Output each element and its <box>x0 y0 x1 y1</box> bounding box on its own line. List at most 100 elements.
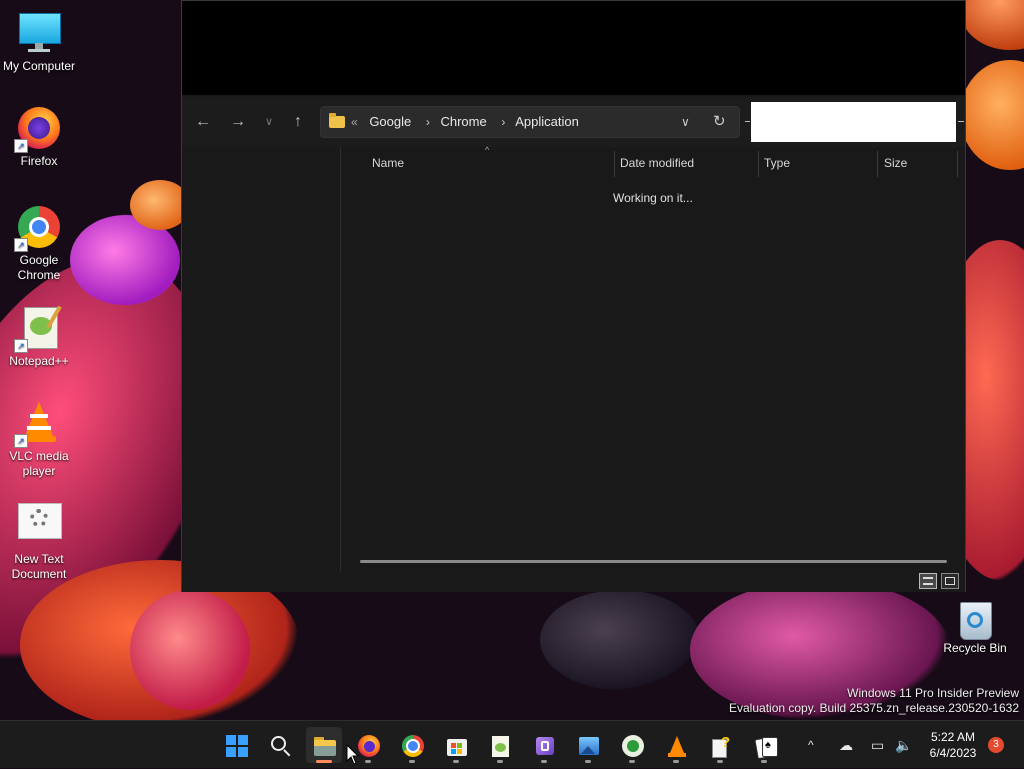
notification-badge[interactable]: 3 <box>988 737 1004 753</box>
taskbar-chrome[interactable] <box>394 727 430 763</box>
column-headers: Name ^ Date modified Type Size <box>342 145 959 179</box>
desktop-icon-notepadpp[interactable]: ↗ Notepad++ <box>0 305 78 369</box>
volume-icon: 🔈 <box>895 737 913 753</box>
cloud-sync-status[interactable]: ☁ <box>839 721 853 769</box>
address-bar[interactable]: « Google › Chrome › Application ∨ ↻ <box>320 106 740 138</box>
column-divider[interactable] <box>614 151 615 177</box>
running-indicator <box>541 760 547 763</box>
chevron-up-icon: ^ <box>808 738 814 752</box>
recycle-bin-icon <box>958 598 992 640</box>
taskbar-microsoft-store[interactable] <box>438 727 474 763</box>
active-indicator <box>316 760 332 763</box>
taskbar-help[interactable]: ? <box>702 727 738 763</box>
divider <box>745 121 750 122</box>
forward-button[interactable]: → <box>225 109 251 135</box>
desktop-icon-label: Notepad++ <box>9 354 69 368</box>
show-hidden-icons-button[interactable]: ^ <box>808 721 814 769</box>
running-indicator <box>409 760 415 763</box>
help-icon: ? <box>710 735 732 758</box>
taskbar-xbox[interactable] <box>614 727 650 763</box>
desktop-icon-vlc[interactable]: ↗ VLC media player <box>0 400 78 479</box>
search-icon <box>270 735 292 757</box>
details-view-icon <box>923 577 933 585</box>
file-explorer-window[interactable]: ← → ∨ ↑ « Google › Chrome › Application … <box>181 0 966 592</box>
taskbar-clock[interactable]: 5:22 AM 6/4/2023 <box>922 729 984 761</box>
taskbar-file-explorer[interactable] <box>306 727 342 763</box>
mouse-cursor-icon <box>346 744 360 765</box>
breadcrumb-item-application[interactable]: Application <box>515 114 579 129</box>
column-divider[interactable] <box>957 151 958 177</box>
desktop-icon-my-computer[interactable]: My Computer <box>0 10 78 74</box>
vlc-icon: ↗ <box>14 400 62 448</box>
breadcrumb-item-google[interactable]: Google <box>369 114 411 129</box>
column-header-type[interactable]: Type <box>764 147 790 179</box>
back-arrow-icon: ← <box>195 113 211 130</box>
store-icon <box>446 735 468 757</box>
refresh-button[interactable]: ↻ <box>713 107 726 137</box>
address-history-button[interactable]: ∨ <box>681 107 690 137</box>
monitor-icon <box>16 10 62 56</box>
breadcrumb-overflow-button[interactable]: « <box>351 115 358 129</box>
running-indicator <box>761 760 767 763</box>
shortcut-arrow-icon: ↗ <box>14 339 28 353</box>
notepadpp-icon <box>490 735 512 757</box>
volume-control[interactable]: 🔈 <box>895 721 912 769</box>
desktop-icon-new-text-document[interactable]: New Text Document <box>0 503 78 582</box>
photos-icon <box>578 735 600 757</box>
breadcrumb-separator-icon[interactable]: › <box>501 115 505 129</box>
status-bar <box>182 572 965 592</box>
desktop-icon-label: My Computer <box>2 59 76 73</box>
breadcrumb-item-chrome[interactable]: Chrome <box>440 114 486 129</box>
cloud-offline-icon: ☁ <box>839 737 853 753</box>
running-indicator <box>585 760 591 763</box>
navigation-bar: ← → ∨ ↑ « Google › Chrome › Application … <box>182 97 965 147</box>
running-indicator <box>629 760 635 763</box>
column-header-date-modified[interactable]: Date modified <box>620 147 694 179</box>
breadcrumb-separator-icon[interactable]: › <box>426 115 430 129</box>
up-button[interactable]: ↑ <box>285 109 311 135</box>
divider <box>958 121 964 122</box>
column-divider[interactable] <box>758 151 759 177</box>
sort-ascending-icon: ^ <box>485 145 490 155</box>
details-view-button[interactable] <box>919 573 937 589</box>
taskbar-notepadpp[interactable] <box>482 727 518 763</box>
start-button[interactable] <box>218 727 254 763</box>
column-header-size[interactable]: Size <box>884 147 907 179</box>
network-status[interactable]: ▭ <box>871 721 884 769</box>
column-header-name[interactable]: Name <box>372 147 404 179</box>
desktop-icon-google-chrome[interactable]: ↗ Google Chrome <box>0 204 78 283</box>
taskbar: ? ♠ ^ ☁ ▭ 🔈 5:22 AM 6/4/2023 3 <box>0 720 1024 768</box>
back-button[interactable]: ← <box>190 109 216 135</box>
shortcut-arrow-icon: ↗ <box>14 139 28 153</box>
taskbar-photos[interactable] <box>570 727 606 763</box>
up-arrow-icon: ↑ <box>294 113 302 130</box>
taskbar-search-button[interactable] <box>262 727 298 763</box>
windows-start-icon <box>226 735 248 757</box>
taskbar-visual-studio[interactable] <box>526 727 562 763</box>
chrome-icon: ↗ <box>14 204 62 252</box>
vlc-icon <box>666 735 688 757</box>
clock-date: 6/4/2023 <box>929 746 977 760</box>
folder-icon <box>329 113 345 128</box>
forward-arrow-icon: → <box>230 113 246 130</box>
window-titlebar[interactable] <box>182 1 965 95</box>
notepadpp-icon: ↗ <box>14 305 62 353</box>
large-icons-view-icon <box>945 577 955 585</box>
search-input[interactable] <box>751 102 956 142</box>
column-divider[interactable] <box>877 151 878 177</box>
desktop-icon-firefox[interactable]: ↗ Firefox <box>0 105 78 169</box>
desktop-icon-label: Recycle Bin <box>943 641 1007 655</box>
windows-evaluation-watermark: Windows 11 Pro Insider Preview Evaluatio… <box>729 686 1019 716</box>
watermark-line-1: Windows 11 Pro Insider Preview <box>847 686 1019 700</box>
chrome-icon <box>402 735 424 757</box>
desktop-icon-recycle-bin[interactable]: Recycle Bin <box>942 598 1008 655</box>
horizontal-scrollbar[interactable] <box>360 560 947 563</box>
xbox-icon <box>622 735 644 757</box>
recent-locations-button[interactable]: ∨ <box>256 109 282 135</box>
taskbar-vlc[interactable] <box>658 727 694 763</box>
content-area: Name ^ Date modified Type Size Working o… <box>182 145 965 572</box>
taskbar-solitaire[interactable]: ♠ <box>746 727 782 763</box>
large-icons-view-button[interactable] <box>941 573 959 589</box>
navigation-pane[interactable] <box>182 147 341 572</box>
shortcut-arrow-icon: ↗ <box>14 238 28 252</box>
